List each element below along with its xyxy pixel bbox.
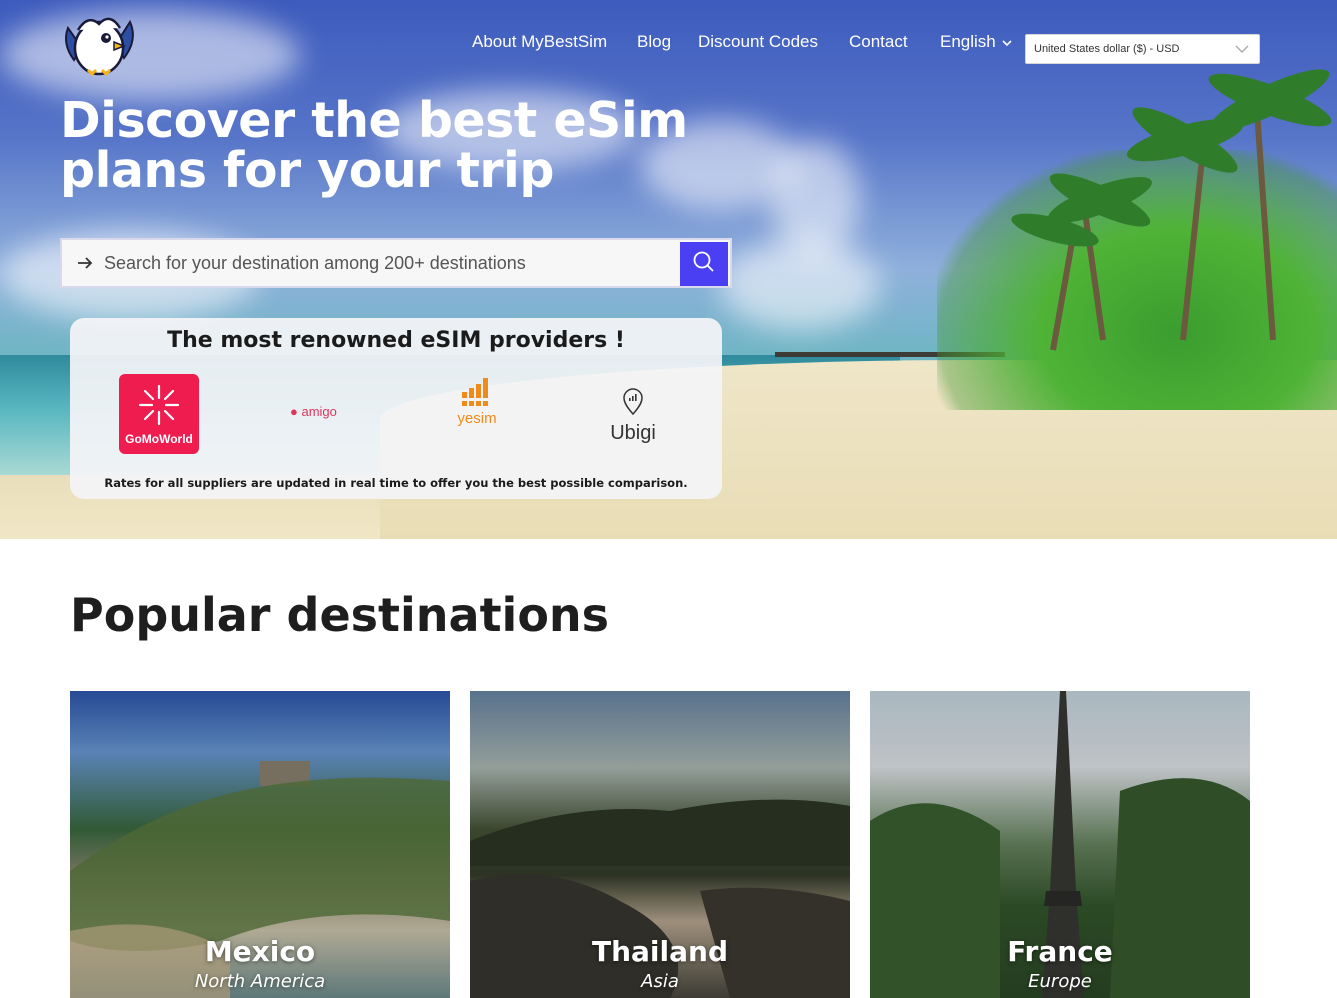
destination-name: France	[1007, 935, 1113, 968]
destination-card-mexico[interactable]: Mexico North America	[70, 691, 450, 998]
language-selector[interactable]: English	[940, 32, 1012, 52]
destination-name: Thailand	[592, 935, 728, 968]
chevron-down-icon	[1002, 32, 1012, 52]
gomoworld-label: GoMoWorld	[125, 432, 193, 446]
search-input[interactable]: Search for your destination among 200+ d…	[104, 253, 526, 274]
nav-blog[interactable]: Blog	[637, 32, 671, 52]
provider-logo-yesim[interactable]: yesim	[452, 374, 502, 427]
destination-card-thailand[interactable]: Thailand Asia	[470, 691, 850, 998]
signal-bars-icon	[462, 378, 488, 406]
owl-mascot-logo-icon[interactable]	[60, 8, 138, 78]
headline-line1-regular: Discover the best	[60, 92, 554, 149]
amigo-label: amigo	[301, 404, 337, 419]
currency-select[interactable]: United States dollar ($) - USD	[1025, 34, 1260, 64]
providers-note: Rates for all suppliers are updated in r…	[104, 476, 688, 490]
arrow-right-icon	[76, 254, 94, 272]
headline-line2-bold: trip	[456, 142, 554, 199]
destination-card-france[interactable]: France Europe	[870, 691, 1250, 998]
popular-title-regular: destinations	[270, 588, 610, 642]
destination-region: North America	[194, 971, 326, 992]
search-icon	[692, 250, 716, 278]
amigo-dot-icon: ●	[290, 404, 298, 419]
providers-panel: The most renowned eSIM providers ! GoMoW…	[70, 318, 722, 499]
search-button[interactable]	[680, 242, 728, 286]
provider-logo-amigo[interactable]: ● amigo	[290, 404, 337, 419]
sparkle-icon	[138, 384, 180, 426]
currency-value: United States dollar ($) - USD	[1034, 43, 1180, 55]
language-label: English	[940, 32, 996, 51]
popular-title-bold: Popular	[70, 588, 271, 642]
provider-logo-ubigi[interactable]: Ubigi	[608, 374, 658, 445]
nav-about[interactable]: About MyBestSim	[472, 32, 607, 52]
yesim-label: yesim	[457, 410, 497, 427]
destination-name: Mexico	[204, 935, 316, 968]
providers-title: The most renowned eSIM providers !	[167, 328, 625, 353]
hero-headline: Discover the best eSim plans for your tr…	[60, 96, 688, 196]
provider-logo-gomoworld[interactable]: GoMoWorld	[119, 374, 199, 454]
nav-contact[interactable]: Contact	[849, 32, 908, 52]
destination-search-bar: Search for your destination among 200+ d…	[60, 238, 732, 288]
destination-region: Europe	[1028, 971, 1092, 992]
popular-destinations-title: Popular destinations	[70, 588, 609, 642]
location-pin-icon	[623, 388, 643, 416]
chevron-down-icon	[1235, 44, 1249, 57]
headline-line2-regular: plans for your	[60, 142, 457, 199]
headline-line1-bold: eSim	[553, 92, 688, 149]
ubigi-label: Ubigi	[610, 422, 656, 444]
destination-region: Asia	[641, 971, 679, 992]
nav-discount-codes[interactable]: Discount Codes	[698, 32, 818, 52]
